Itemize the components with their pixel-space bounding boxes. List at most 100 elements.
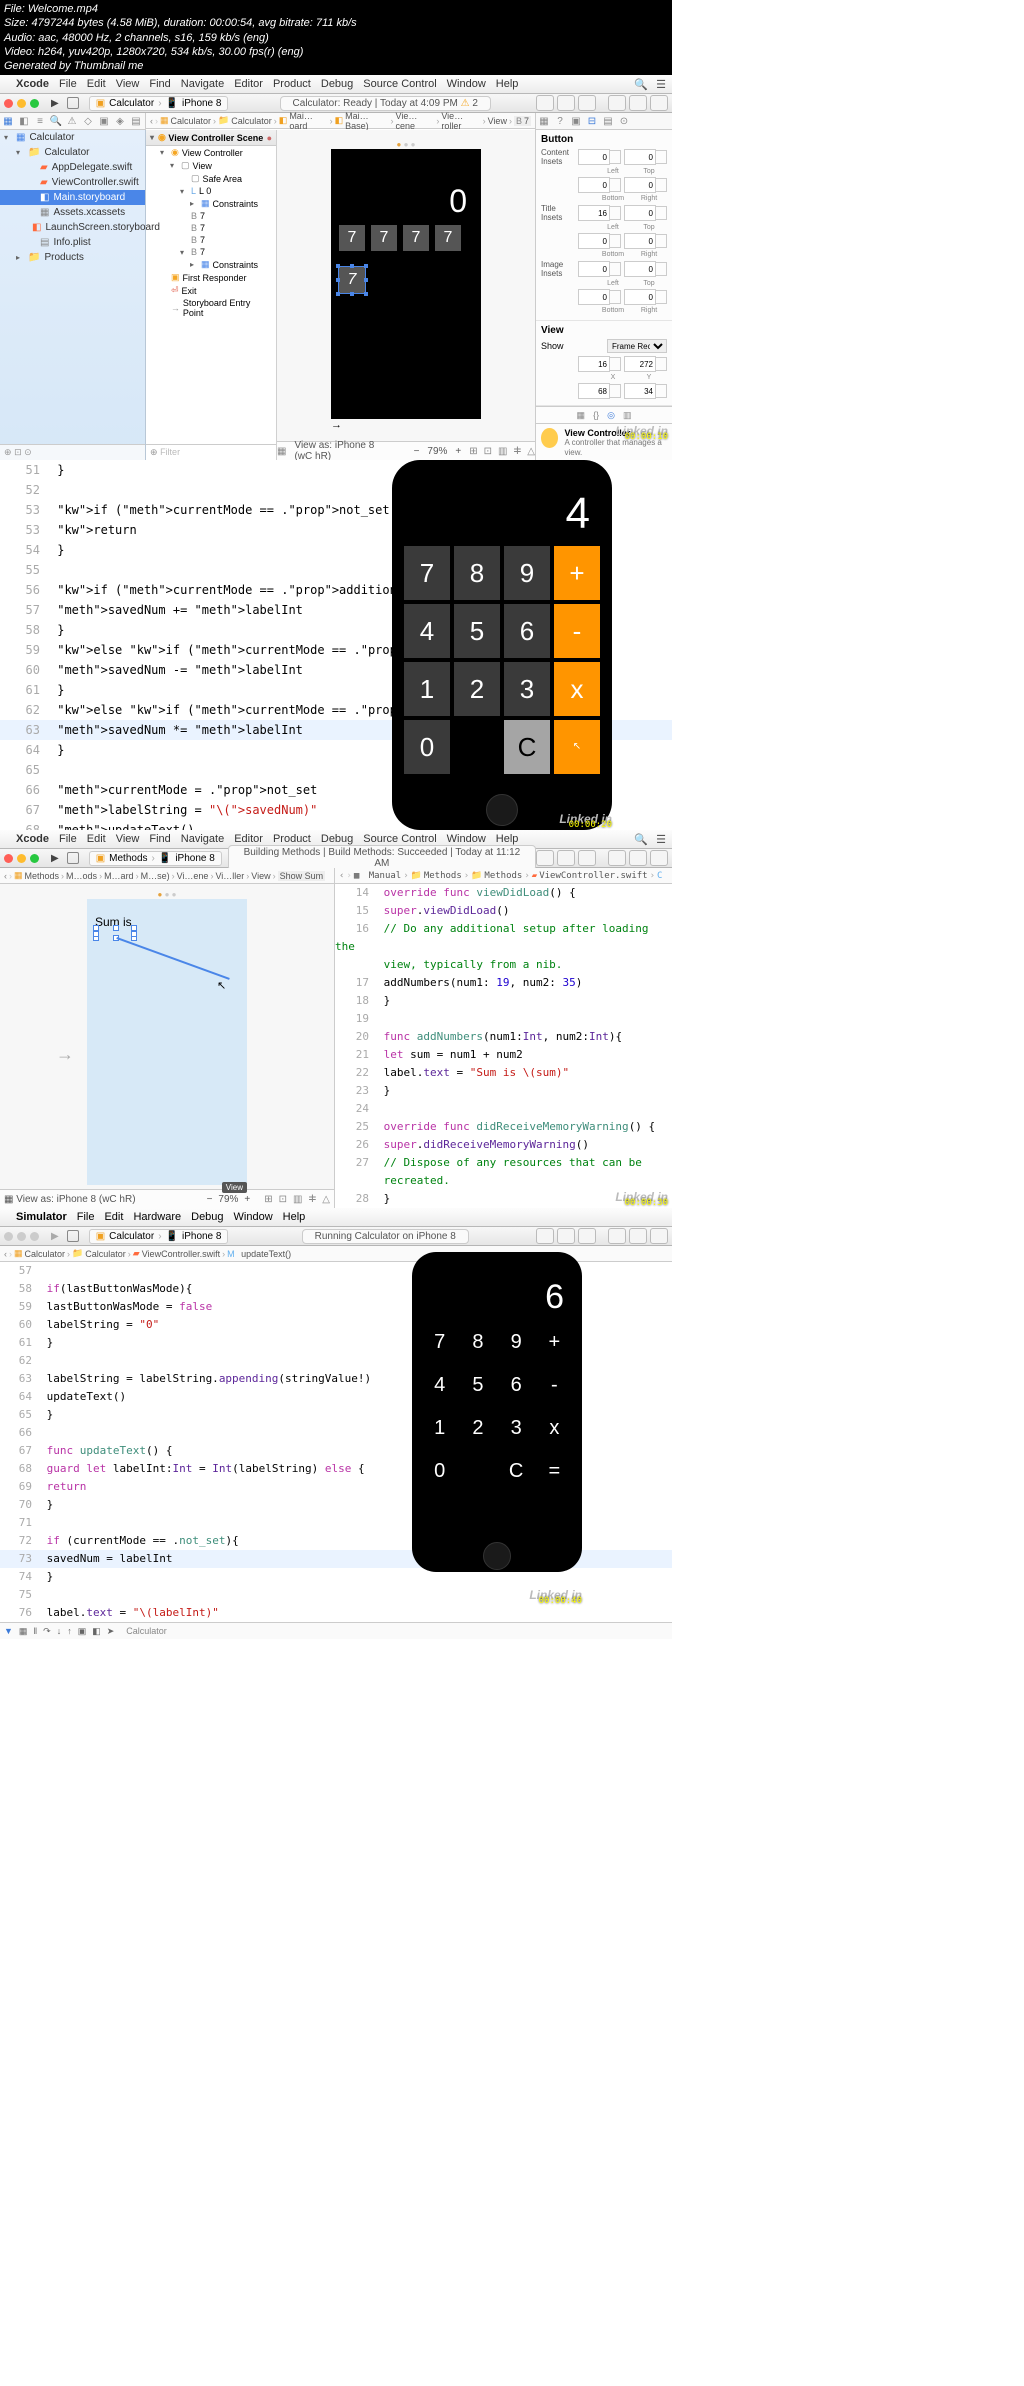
ci-right[interactable] <box>624 177 656 193</box>
lib-tab-obj[interactable]: ◎ <box>607 410 615 421</box>
insp-attrs[interactable]: ⊟ <box>584 116 600 127</box>
device-toggle[interactable]: ▦ <box>277 446 286 457</box>
show-select[interactable]: Frame Rectangle <box>607 339 667 353</box>
editor-standard[interactable] <box>536 95 554 111</box>
ib-canvas[interactable]: ● ● ● 0 7 7 7 7 7 → ▦ <box>277 130 535 460</box>
toggle-util[interactable] <box>650 95 668 111</box>
debug-step-in-icon[interactable]: ↓ <box>57 1626 62 1636</box>
resolve-icon[interactable]: △ <box>527 446 535 457</box>
debug-continue-icon[interactable]: ▦ <box>19 1626 28 1637</box>
debug-hide-icon[interactable]: ▼ <box>4 1626 13 1636</box>
nav-item[interactable]: ▰ AppDelegate.swift <box>0 160 145 175</box>
frame-w[interactable] <box>578 383 610 399</box>
menu-source-control[interactable]: Source Control <box>363 78 436 90</box>
home-button[interactable] <box>486 794 518 826</box>
ib-left-pane[interactable]: ‹› ▦Methods› M…ods› M…ard› M…se)› Vi…ene… <box>0 868 335 1208</box>
ii-right[interactable] <box>624 289 656 305</box>
nav-item[interactable]: ▸📁 Products <box>0 250 145 265</box>
zoom-in[interactable]: + <box>455 446 461 457</box>
menu-file[interactable]: File <box>59 78 77 90</box>
calc-btn-1[interactable]: 1 <box>404 662 450 716</box>
insp-conn[interactable]: ⊙ <box>616 116 632 127</box>
calc-btn-9[interactable]: 9 <box>504 546 550 600</box>
calc-btn-5[interactable]: 5 <box>454 604 500 658</box>
device-preview[interactable]: 0 7 7 7 7 7 <box>331 149 481 419</box>
insp-file[interactable]: ▦ <box>536 116 552 127</box>
calc-btn-+[interactable]: + <box>554 546 600 600</box>
document-outline[interactable]: ▾◉ View Controller Scene● ▾◉ View Contro… <box>146 130 277 460</box>
outline-item[interactable]: ▢ Safe Area <box>146 172 276 185</box>
embed-icon[interactable]: ⊡ <box>484 446 492 457</box>
run-button[interactable]: ▶ <box>51 853 59 864</box>
btn-7[interactable]: 7 <box>339 225 365 251</box>
outline-item[interactable]: ⏎ Exit <box>146 284 276 297</box>
calc-btn-6[interactable]: 6 <box>499 1365 534 1405</box>
calc-btn-eq[interactable]: ↖ <box>554 720 600 774</box>
scheme-selector[interactable]: ▣Calculator›📱iPhone 8 <box>89 96 229 111</box>
back-button[interactable]: ‹ <box>150 116 153 126</box>
nav-tab-source[interactable]: ◧ <box>16 116 32 127</box>
outline-item[interactable]: ▾B 7 <box>146 246 276 258</box>
editor-version[interactable] <box>578 95 596 111</box>
ii-top[interactable] <box>578 261 610 277</box>
nav-item[interactable]: ▤ Info.plist <box>0 235 145 250</box>
outline-item[interactable]: ▾L L 0 <box>146 185 276 197</box>
window-close[interactable] <box>4 99 13 108</box>
nav-item[interactable]: ▾▦ Calculator <box>0 130 145 145</box>
btn-7-selected[interactable]: 7 <box>339 267 365 293</box>
stop-button[interactable] <box>67 1230 79 1242</box>
stop-button[interactable] <box>67 852 79 864</box>
debug-memory-icon[interactable]: ◧ <box>92 1626 101 1637</box>
calc-btn-clear[interactable]: C <box>504 720 550 774</box>
outline-item[interactable]: ▣ First Responder <box>146 271 276 284</box>
run-button[interactable]: ▶ <box>51 98 59 109</box>
calc-btn-9[interactable]: 9 <box>499 1322 534 1362</box>
editor-assistant[interactable] <box>557 95 575 111</box>
outline-close[interactable]: ● <box>267 133 272 143</box>
toggle-nav[interactable] <box>608 95 626 111</box>
calc-btn-clear[interactable]: C <box>499 1451 534 1491</box>
nav-tab-test[interactable]: ◇ <box>80 116 96 127</box>
zoom-out[interactable]: − <box>414 446 420 457</box>
menu-debug[interactable]: Debug <box>321 78 353 90</box>
ti-top[interactable] <box>578 205 610 221</box>
ci-x[interactable] <box>624 149 656 165</box>
calc-btn-0[interactable]: 0 <box>422 1451 457 1491</box>
filter-add-icon[interactable]: ⊕ <box>4 447 12 457</box>
project-navigator[interactable]: ▾▦ Calculator▾📁 Calculator▰ AppDelegate.… <box>0 130 146 460</box>
lib-tab-file[interactable]: ▦ <box>577 410 586 421</box>
menu-xcode[interactable]: Xcode <box>16 78 49 90</box>
outline-item[interactable]: ▸▦ Constraints <box>146 258 276 271</box>
outline-item[interactable]: → Storyboard Entry Point <box>146 297 276 319</box>
btn-7[interactable]: 7 <box>403 225 429 251</box>
debug-step-over-icon[interactable]: ↷ <box>43 1626 51 1637</box>
menu-view[interactable]: View <box>116 78 140 90</box>
calc-btn-1[interactable]: 1 <box>422 1408 457 1448</box>
menu-editor[interactable]: Editor <box>234 78 263 90</box>
btn-7[interactable]: 7 <box>371 225 397 251</box>
nav-tab-issue[interactable]: ⚠ <box>64 116 80 127</box>
frame-h[interactable] <box>624 383 656 399</box>
outline-item[interactable]: B 7 <box>146 222 276 234</box>
forward-button[interactable]: › <box>155 116 158 126</box>
insp-identity[interactable]: ▣ <box>568 116 584 127</box>
ci-bottom[interactable] <box>578 177 610 193</box>
calc-btn-0[interactable]: 0 <box>404 720 450 774</box>
insp-size[interactable]: ▤ <box>600 116 616 127</box>
home-button[interactable] <box>483 1542 511 1570</box>
menu-help[interactable]: Help <box>496 78 519 90</box>
nav-item[interactable]: ▰ ViewController.swift <box>0 175 145 190</box>
debug-loc-icon[interactable]: ➤ <box>107 1626 115 1637</box>
calc-btn-eq[interactable]: = <box>537 1451 572 1491</box>
menu-extras-icon[interactable]: ☰ <box>656 78 666 91</box>
ti-right[interactable] <box>624 233 656 249</box>
nav-item[interactable]: ◧ Main.storyboard <box>0 190 145 205</box>
inspector[interactable]: Button Content Insets LeftTop BottomRigh… <box>535 130 672 460</box>
nav-tab-symbol[interactable]: ≡ <box>32 116 48 127</box>
calc-btn-+[interactable]: + <box>537 1322 572 1362</box>
outline-item[interactable]: ▾◉ View Controller <box>146 146 276 159</box>
calc-btn-7[interactable]: 7 <box>422 1322 457 1362</box>
calc-btn--[interactable]: - <box>537 1365 572 1405</box>
frame-x[interactable] <box>578 356 610 372</box>
view-as-label[interactable]: View as: iPhone 8 (wC hR) <box>16 1194 135 1205</box>
